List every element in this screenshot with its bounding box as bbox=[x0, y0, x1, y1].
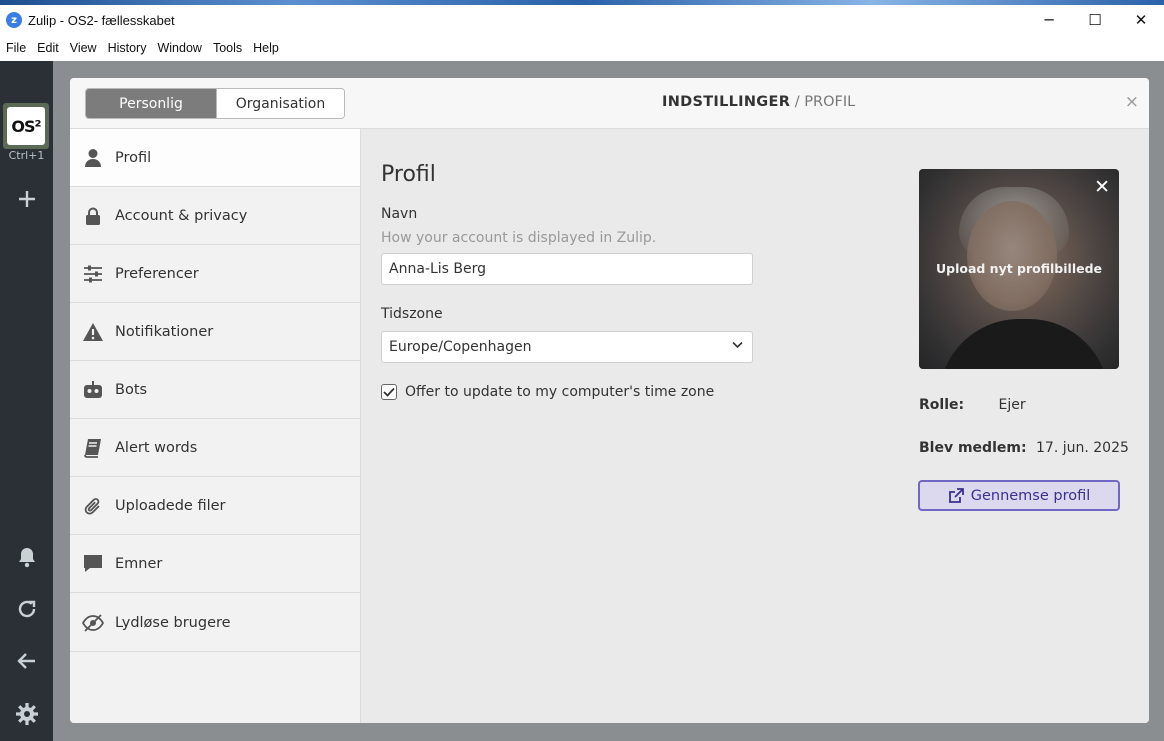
sidebar-item-bots[interactable]: Bots bbox=[70, 361, 360, 419]
view-profile-label: Gennemse profil bbox=[970, 487, 1091, 504]
role-row: Rolle: Ejer bbox=[919, 397, 1026, 413]
sidebar-item-alert-words[interactable]: Alert words bbox=[70, 419, 360, 477]
menu-edit[interactable]: Edit bbox=[33, 41, 63, 55]
settings-title: INDSTILLINGER / PROFIL bbox=[662, 94, 855, 110]
settings-title-section: INDSTILLINGER bbox=[662, 94, 791, 110]
sidebar-item-label: Profil bbox=[115, 149, 152, 166]
menu-view[interactable]: View bbox=[66, 41, 101, 55]
sidebar-item-uploadede-filer[interactable]: Uploadede filer bbox=[70, 477, 360, 535]
window-title: Zulip - OS2- fællesskabet bbox=[28, 12, 175, 28]
name-hint: How your account is displayed in Zulip. bbox=[381, 230, 657, 246]
message-icon bbox=[70, 554, 115, 573]
reload-icon[interactable] bbox=[0, 598, 53, 626]
sidebar-item-notifikationer[interactable]: Notifikationer bbox=[70, 303, 360, 361]
window-titlebar: z Zulip - OS2- fællesskabet ─ ☐ ✕ bbox=[0, 5, 1164, 35]
close-window-button[interactable]: ✕ bbox=[1118, 5, 1164, 35]
page-title: Profil bbox=[381, 162, 436, 187]
sidebar-item-label: Emner bbox=[115, 555, 163, 572]
sidebar-item-label: Bots bbox=[115, 381, 148, 398]
sidebar-item-preferencer[interactable]: Preferencer bbox=[70, 245, 360, 303]
full-name-input[interactable]: Anna-Lis Berg bbox=[381, 253, 753, 285]
menu-file[interactable]: File bbox=[2, 41, 30, 55]
gear-icon[interactable] bbox=[0, 702, 53, 732]
sidebar-item-label: Account & privacy bbox=[115, 207, 248, 224]
minimize-button[interactable]: ─ bbox=[1026, 5, 1072, 35]
menu-history[interactable]: History bbox=[104, 41, 151, 55]
chevron-down-icon bbox=[732, 339, 743, 352]
maximize-button[interactable]: ☐ bbox=[1072, 5, 1118, 35]
offer-timezone-update-label: Offer to update to my computer's time zo… bbox=[405, 384, 715, 400]
timezone-select[interactable]: Europe/Copenhagen bbox=[381, 331, 753, 363]
robot-icon bbox=[70, 380, 115, 400]
upload-avatar-label[interactable]: Upload nyt profilbillede bbox=[919, 261, 1119, 276]
close-settings-button[interactable]: × bbox=[1125, 92, 1139, 112]
joined-row: Blev medlem: 17. jun. 2025 bbox=[919, 440, 1129, 456]
external-link-icon bbox=[948, 487, 964, 503]
lock-icon bbox=[70, 207, 115, 225]
sidebar-item-label: Notifikationer bbox=[115, 323, 214, 340]
offer-timezone-update-checkbox[interactable] bbox=[381, 384, 397, 400]
menu-tools[interactable]: Tools bbox=[209, 41, 246, 55]
sidebar-item-account-privacy[interactable]: Account & privacy bbox=[70, 187, 360, 245]
timezone-label: Tidszone bbox=[381, 306, 443, 322]
paperclip-icon bbox=[70, 496, 115, 516]
settings-title-page: PROFIL bbox=[804, 94, 856, 110]
back-arrow-icon[interactable] bbox=[0, 650, 53, 678]
sidebar-item-profil[interactable]: Profil bbox=[70, 129, 360, 187]
org-logo: OS² bbox=[7, 107, 45, 145]
zulip-app-icon: z bbox=[6, 12, 22, 28]
tab-personal[interactable]: Personlig bbox=[86, 89, 216, 118]
menu-help[interactable]: Help bbox=[249, 41, 283, 55]
sidebar-item-label: Alert words bbox=[115, 439, 198, 456]
settings-sidebar: Profil Account & privacy Preferencer Not… bbox=[70, 129, 361, 723]
view-profile-button[interactable]: Gennemse profil bbox=[918, 480, 1120, 511]
window-controls: ─ ☐ ✕ bbox=[1026, 5, 1164, 35]
profile-avatar[interactable]: ✕ Upload nyt profilbillede bbox=[919, 169, 1119, 369]
settings-modal: Personlig Organisation INDSTILLINGER / P… bbox=[70, 78, 1149, 723]
settings-title-separator: / bbox=[790, 94, 805, 110]
menu-window[interactable]: Window bbox=[153, 41, 205, 55]
timezone-selected-value: Europe/Copenhagen bbox=[389, 339, 532, 355]
add-icon[interactable] bbox=[0, 189, 53, 215]
name-label: Navn bbox=[381, 206, 418, 222]
server-rail: OS² Ctrl+1 bbox=[0, 61, 53, 741]
joined-value: 17. jun. 2025 bbox=[1036, 440, 1129, 456]
sidebar-item-emner[interactable]: Emner bbox=[70, 535, 360, 593]
sidebar-item-label: Preferencer bbox=[115, 265, 199, 282]
sidebar-item-label: Uploadede filer bbox=[115, 497, 226, 514]
org-switcher[interactable]: OS² bbox=[3, 103, 49, 149]
delete-avatar-button[interactable]: ✕ bbox=[1094, 176, 1110, 198]
menu-bar: File Edit View History Window Tools Help bbox=[0, 35, 1164, 61]
user-icon bbox=[70, 148, 115, 168]
joined-label: Blev medlem: bbox=[919, 440, 1027, 456]
settings-header: Personlig Organisation INDSTILLINGER / P… bbox=[70, 78, 1149, 129]
sliders-icon bbox=[70, 265, 115, 283]
tab-organisation[interactable]: Organisation bbox=[216, 89, 344, 118]
profile-settings-panel: Profil Navn How your account is displaye… bbox=[361, 129, 1149, 723]
sidebar-item-lydloese-brugere[interactable]: Lydløse brugere bbox=[70, 594, 360, 652]
offer-timezone-update-row: Offer to update to my computer's time zo… bbox=[381, 384, 714, 400]
role-value: Ejer bbox=[998, 397, 1026, 413]
warning-icon bbox=[70, 322, 115, 342]
bell-icon[interactable] bbox=[0, 546, 53, 574]
sidebar-item-label: Lydløse brugere bbox=[115, 614, 231, 631]
settings-tab-switcher: Personlig Organisation bbox=[85, 88, 345, 119]
book-icon bbox=[70, 438, 115, 458]
eye-slash-icon bbox=[70, 613, 115, 632]
org-shortcut-label: Ctrl+1 bbox=[8, 149, 45, 162]
role-label: Rolle: bbox=[919, 397, 965, 413]
